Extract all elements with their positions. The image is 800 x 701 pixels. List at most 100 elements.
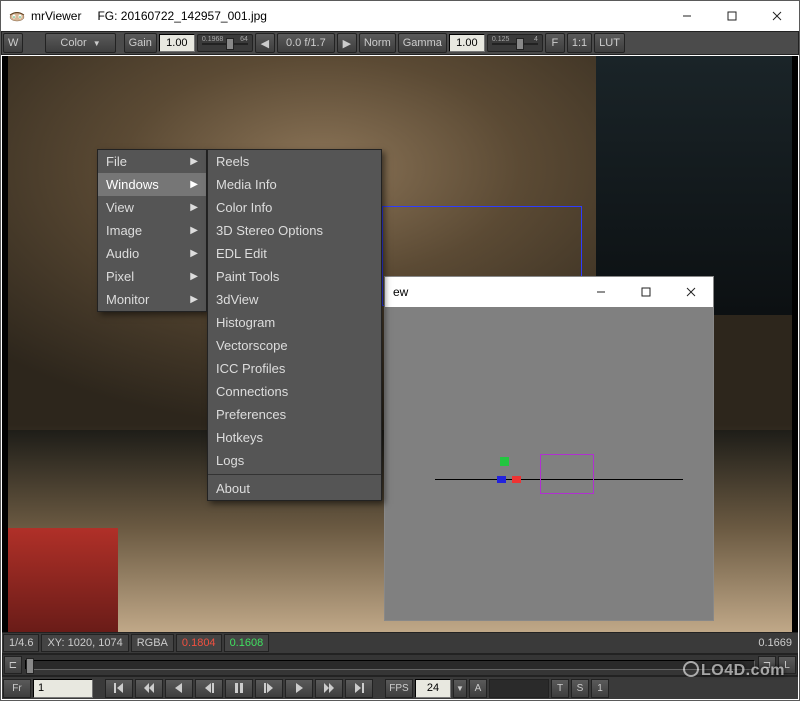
one-to-one-button[interactable]: 1:1 — [567, 33, 592, 53]
submenu-edl-edit[interactable]: EDL Edit — [208, 242, 381, 265]
submenu-histogram[interactable]: Histogram — [208, 311, 381, 334]
red-axis-marker — [512, 476, 521, 483]
submenu-vectorscope[interactable]: Vectorscope — [208, 334, 381, 357]
xy-readout: XY: 1020, 1074 — [41, 634, 128, 652]
submenu-paint-tools[interactable]: Paint Tools — [208, 265, 381, 288]
submenu-icc-profiles[interactable]: ICC Profiles — [208, 357, 381, 380]
submenu-connections[interactable]: Connections — [208, 380, 381, 403]
a-button[interactable]: A — [469, 679, 487, 698]
goto-start-button[interactable] — [105, 679, 133, 698]
window-title: FG: 20160722_142957_001.jpg — [97, 9, 266, 23]
3d-bounds — [540, 454, 594, 494]
maximize-button[interactable] — [709, 2, 754, 31]
step-back-button[interactable] — [135, 679, 163, 698]
lut-button[interactable]: LUT — [594, 33, 625, 53]
3dview-close[interactable] — [668, 278, 713, 307]
last-value: 0.1669 — [753, 634, 797, 652]
one-button[interactable]: 1 — [591, 679, 609, 698]
submenu-arrow-icon: ▶ — [190, 202, 198, 213]
main-window: mrViewer FG: 20160722_142957_001.jpg W C… — [0, 0, 800, 701]
app-icon — [9, 8, 25, 24]
red-value: 0.1804 — [176, 634, 222, 652]
gain-label: Gain — [124, 33, 157, 53]
submenu-about[interactable]: About — [208, 477, 381, 500]
3dview-window: ew — [384, 276, 714, 621]
f-button[interactable]: F — [545, 33, 565, 53]
3dview-titlebar[interactable]: ew — [385, 277, 713, 307]
transport-bar: Fr FPS ▼ A T S 1 — [2, 676, 798, 699]
fstop-next[interactable]: ▶ — [337, 33, 357, 53]
submenu-arrow-icon: ▶ — [190, 225, 198, 236]
menu-audio[interactable]: Audio▶ — [98, 242, 206, 265]
goto-end-button[interactable] — [345, 679, 373, 698]
frame-label: Fr — [3, 679, 31, 698]
submenu-arrow-icon: ▶ — [190, 156, 198, 167]
green-value: 0.1608 — [224, 634, 270, 652]
gamma-label: Gamma — [398, 33, 447, 53]
play-back-button[interactable] — [165, 679, 193, 698]
fps-dropdown[interactable]: ▼ — [453, 679, 467, 698]
submenu-color-info[interactable]: Color Info — [208, 196, 381, 219]
status-bar: 1/4.6 XY: 1020, 1074 RGBA 0.1804 0.1608 … — [2, 632, 798, 654]
context-menu: File▶ Windows▶ View▶ Image▶ Audio▶ Pixel… — [97, 149, 207, 312]
3dview-canvas[interactable] — [385, 307, 713, 620]
fstop-prev[interactable]: ◀ — [255, 33, 275, 53]
timeline-playhead[interactable] — [26, 658, 34, 674]
pause-button[interactable] — [225, 679, 253, 698]
submenu-arrow-icon: ▶ — [190, 179, 198, 190]
timeline: ⊏ ⊐ L — [2, 654, 798, 676]
submenu-preferences[interactable]: Preferences — [208, 403, 381, 426]
blue-axis-marker — [497, 476, 506, 483]
submenu-hotkeys[interactable]: Hotkeys — [208, 426, 381, 449]
gamma-slider[interactable]: 0.125 4 — [487, 34, 543, 52]
gain-input[interactable] — [159, 34, 195, 52]
submenu-logs[interactable]: Logs — [208, 449, 381, 472]
channel-selector[interactable]: RGBA — [131, 634, 174, 652]
windows-submenu: Reels Media Info Color Info 3D Stereo Op… — [207, 149, 382, 501]
3dview-maximize[interactable] — [623, 278, 668, 307]
3dview-title: ew — [393, 285, 408, 299]
zoom-level[interactable]: 1/4.6 — [3, 634, 39, 652]
submenu-arrow-icon: ▶ — [190, 294, 198, 305]
menu-separator — [208, 474, 381, 475]
frame-back-button[interactable] — [195, 679, 223, 698]
submenu-arrow-icon: ▶ — [190, 271, 198, 282]
w-toggle[interactable]: W — [3, 33, 23, 53]
frame-fwd-button[interactable] — [255, 679, 283, 698]
globe-icon — [683, 661, 699, 677]
t-button[interactable]: T — [551, 679, 569, 698]
timeline-track[interactable] — [25, 660, 755, 670]
top-toolbar: W Color▼ Gain 0.1968 64 ◀ 0.0 f/1.7 ▶ No… — [1, 31, 799, 55]
play-button[interactable] — [285, 679, 313, 698]
chevron-down-icon: ▼ — [93, 39, 101, 48]
normalize-button[interactable]: Norm — [359, 33, 396, 53]
submenu-reels[interactable]: Reels — [208, 150, 381, 173]
s-button[interactable]: S — [571, 679, 589, 698]
titlebar: mrViewer FG: 20160722_142957_001.jpg — [1, 1, 799, 31]
close-button[interactable] — [754, 2, 799, 31]
gamma-input[interactable] — [449, 34, 485, 52]
watermark: LO4D.com — [683, 661, 785, 680]
range-slider[interactable] — [489, 679, 549, 698]
menu-image[interactable]: Image▶ — [98, 219, 206, 242]
submenu-media-info[interactable]: Media Info — [208, 173, 381, 196]
menu-pixel[interactable]: Pixel▶ — [98, 265, 206, 288]
minimize-button[interactable] — [664, 2, 709, 31]
frame-input[interactable] — [33, 679, 93, 698]
menu-windows[interactable]: Windows▶ — [98, 173, 206, 196]
fstop-display: 0.0 f/1.7 — [277, 33, 335, 53]
step-fwd-button[interactable] — [315, 679, 343, 698]
3dview-minimize[interactable] — [578, 278, 623, 307]
fps-input[interactable] — [415, 679, 451, 698]
green-axis-marker — [500, 457, 509, 466]
image-viewport[interactable]: ew File▶ Windows▶ View▶ Image▶ Audio▶ — [2, 56, 798, 632]
app-name: mrViewer — [31, 9, 81, 23]
menu-monitor[interactable]: Monitor▶ — [98, 288, 206, 311]
color-dropdown[interactable]: Color▼ — [45, 33, 115, 53]
submenu-3dview[interactable]: 3dView — [208, 288, 381, 311]
menu-file[interactable]: File▶ — [98, 150, 206, 173]
submenu-3d-stereo[interactable]: 3D Stereo Options — [208, 219, 381, 242]
timeline-start[interactable]: ⊏ — [4, 656, 22, 674]
menu-view[interactable]: View▶ — [98, 196, 206, 219]
gain-slider[interactable]: 0.1968 64 — [197, 34, 253, 52]
